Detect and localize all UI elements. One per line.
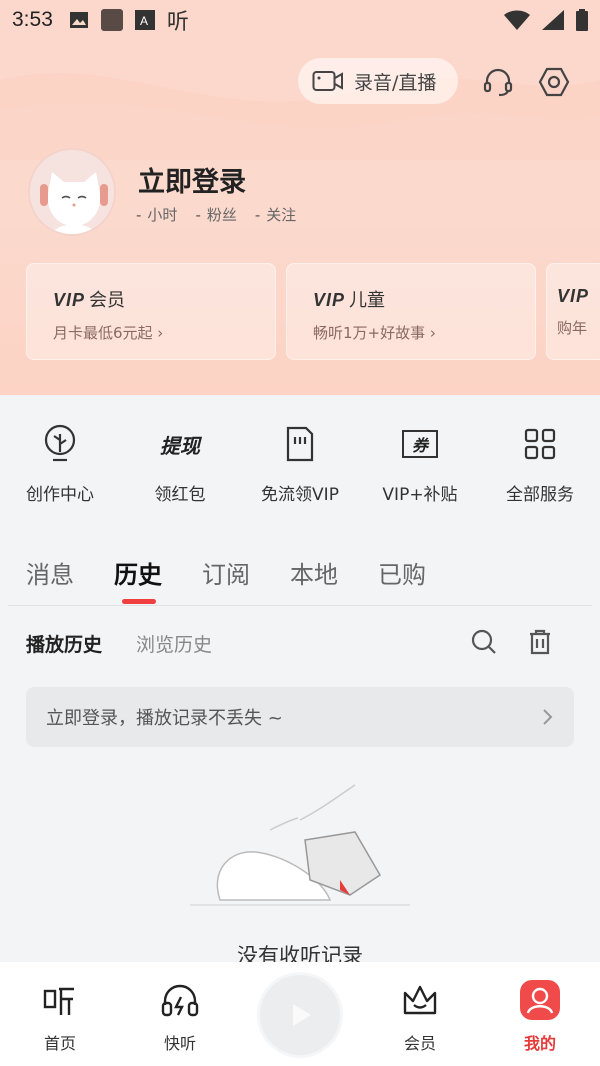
quick-actions: 创作中心 提现 领红包 免流领VIP 券 VIP+补贴 全部服务 (0, 412, 600, 505)
cat-avatar-icon (30, 150, 114, 234)
app-notification-icon (100, 9, 123, 31)
headphones-icon (161, 984, 199, 1017)
coupon-icon: 券 (402, 430, 438, 458)
trash-icon (530, 629, 550, 655)
history-subtabs: 播放历史 浏览历史 (26, 630, 212, 657)
vip-card-subtitle: 购年 (557, 319, 588, 337)
stat-following[interactable]: - 关注 (255, 204, 296, 225)
empty-history-illustration (190, 784, 410, 906)
crown-icon (403, 985, 437, 1015)
subtab-play-history[interactable]: 播放历史 (26, 630, 102, 657)
tab-messages[interactable]: 消息 (26, 555, 74, 590)
login-banner-text: 立即登录，播放记录不丢失 ~ (46, 708, 283, 729)
translate-notification-icon: A (134, 10, 155, 30)
action-all-services[interactable]: 全部服务 (480, 412, 600, 505)
ting-app-icon: 听 (166, 10, 189, 35)
vip-kids-card[interactable]: VIP 儿童 畅听1万+好故事 › (286, 263, 536, 360)
status-time: 3:53 (12, 8, 53, 31)
play-button[interactable] (257, 972, 343, 1058)
tabs-divider (8, 605, 592, 606)
nav-home[interactable]: 首页 (0, 962, 120, 1066)
action-free-vip[interactable]: 免流领VIP (240, 412, 360, 505)
vip-card-title: 儿童 (349, 290, 386, 311)
profile-header: 3:53 A 听 录音/直播 立即登录 - 小时 - 粉丝 - 关注 VIP 会… (0, 0, 600, 395)
status-bar: 3:53 A 听 (0, 0, 600, 40)
history-search-button[interactable] (470, 628, 498, 656)
stat-hours[interactable]: - 小时 (136, 204, 177, 225)
vip-card-title: 会员 (89, 290, 126, 311)
action-label: 免流领VIP (261, 485, 339, 505)
creator-bulb-icon (44, 424, 76, 462)
grid-icon (524, 428, 556, 460)
nav-label: 快听 (163, 1034, 196, 1053)
profile-stats: - 小时 - 粉丝 - 关注 (136, 204, 296, 225)
customer-service-button[interactable] (478, 62, 518, 102)
action-label: 领红包 (154, 485, 206, 505)
home-ting-icon (43, 987, 74, 1015)
login-title[interactable]: 立即登录 (138, 160, 246, 199)
image-notification-icon (69, 12, 88, 28)
search-icon (471, 629, 496, 654)
action-label: 创作中心 (26, 485, 94, 505)
record-live-button[interactable]: 录音/直播 (298, 58, 458, 104)
vip-badge: VIP (557, 286, 590, 306)
nav-label: 会员 (403, 1034, 436, 1053)
svg-text:A: A (140, 14, 148, 28)
vip-cards: VIP 会员 月卡最低6元起 › VIP 儿童 畅听1万+好故事 › VIP 购年 (26, 263, 600, 360)
settings-button[interactable] (534, 62, 574, 102)
nav-label: 我的 (523, 1034, 556, 1053)
action-creator-center[interactable]: 创作中心 (0, 412, 120, 505)
vip-member-card[interactable]: VIP 会员 月卡最低6元起 › (26, 263, 276, 360)
nav-quick-listen[interactable]: 快听 (120, 962, 240, 1066)
vip-card-subtitle: 月卡最低6元起 › (53, 324, 164, 342)
gear-icon (538, 67, 570, 97)
avatar[interactable] (28, 148, 116, 236)
tab-history[interactable]: 历史 (114, 555, 162, 604)
chevron-right-icon (543, 709, 553, 725)
action-red-packet[interactable]: 提现 领红包 (120, 412, 240, 506)
video-camera-icon (312, 71, 343, 91)
vip-badge: VIP (53, 290, 86, 310)
nav-mine[interactable]: 我的 (480, 962, 600, 1066)
action-label: VIP+补贴 (382, 485, 458, 505)
user-icon (526, 987, 554, 1014)
login-banner[interactable]: 立即登录，播放记录不丢失 ~ (26, 687, 574, 747)
nav-label: 首页 (43, 1034, 76, 1053)
nav-vip[interactable]: 会员 (360, 962, 480, 1066)
headset-icon (483, 68, 513, 97)
action-vip-subsidy[interactable]: 券 VIP+补贴 (360, 412, 480, 505)
action-label: 全部服务 (506, 485, 574, 505)
sim-card-icon (286, 426, 314, 462)
vip-annual-card[interactable]: VIP 购年 (546, 263, 600, 360)
cash-withdraw-icon: 提现 (160, 433, 200, 458)
record-live-label: 录音/直播 (354, 71, 437, 94)
vip-badge: VIP (313, 290, 346, 310)
content-tabs: 消息 历史 订阅 本地 已购 (26, 555, 426, 604)
subtab-browse-history[interactable]: 浏览历史 (136, 630, 212, 657)
play-icon (293, 1004, 311, 1026)
tab-local[interactable]: 本地 (290, 555, 338, 590)
history-delete-button[interactable] (526, 628, 554, 656)
wifi-icon (504, 10, 530, 30)
battery-icon (576, 9, 588, 31)
tab-purchased[interactable]: 已购 (378, 555, 426, 590)
tab-subscriptions[interactable]: 订阅 (202, 555, 250, 590)
vip-card-subtitle: 畅听1万+好故事 › (313, 324, 436, 342)
stat-fans[interactable]: - 粉丝 (195, 204, 236, 225)
signal-icon (542, 10, 564, 30)
